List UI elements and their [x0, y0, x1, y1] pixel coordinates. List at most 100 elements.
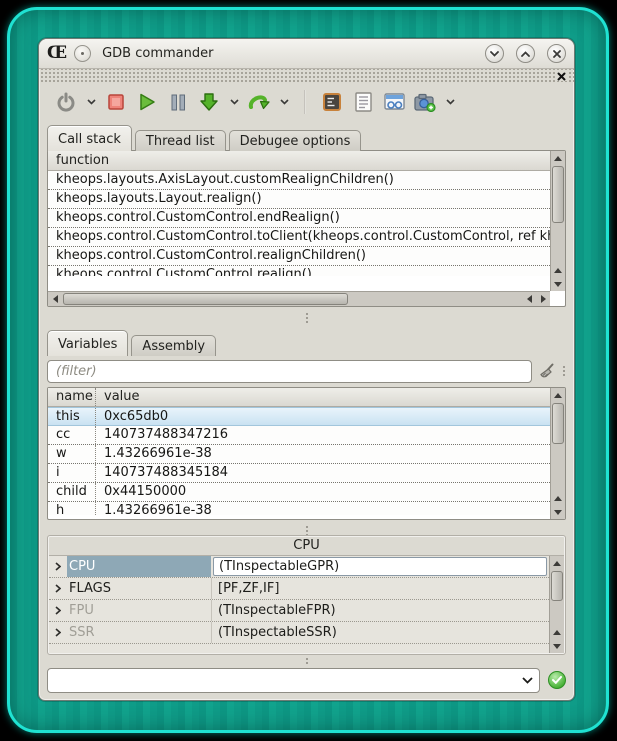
- variable-row[interactable]: this 0xc65db0: [48, 407, 550, 426]
- variables-vertical-scrollbar[interactable]: [550, 388, 565, 519]
- callstack-row[interactable]: kheops.layouts.AxisLayout.customRealignC…: [48, 171, 550, 190]
- scroll-thumb[interactable]: [552, 166, 564, 223]
- window-menu-button[interactable]: [74, 45, 91, 62]
- expand-chevron-icon[interactable]: [49, 562, 67, 571]
- callstack-row[interactable]: kheops.layouts.Layout.realign(): [48, 190, 550, 209]
- scroll-up-button[interactable]: [550, 556, 564, 570]
- scroll-down-button[interactable]: [551, 277, 565, 291]
- scroll-thumb[interactable]: [551, 571, 563, 601]
- maximize-button[interactable]: [516, 44, 535, 63]
- variables-header[interactable]: name value: [48, 388, 550, 407]
- step-over-dropdown-button[interactable]: [277, 89, 291, 115]
- step-into-button[interactable]: [196, 89, 222, 115]
- snapshot-button[interactable]: [412, 89, 438, 115]
- clear-filter-button[interactable]: [538, 362, 556, 380]
- scroll-up-button[interactable]: [551, 491, 565, 505]
- scroll-track[interactable]: [551, 402, 565, 491]
- callstack-row[interactable]: kheops.control.CustomControl.endRealign(…: [48, 209, 550, 228]
- variable-row[interactable]: cc 140737488347216: [48, 426, 550, 445]
- confirm-button[interactable]: [548, 671, 566, 689]
- window-title: GDB commander: [102, 46, 213, 61]
- scroll-left-button[interactable]: [48, 292, 62, 306]
- titlebar[interactable]: Œ GDB commander: [39, 39, 574, 69]
- gdb-commander-window: Œ GDB commander: [38, 38, 575, 701]
- close-icon: [557, 72, 566, 81]
- column-header-value[interactable]: value: [96, 388, 140, 406]
- command-input[interactable]: [48, 673, 515, 688]
- close-button[interactable]: [547, 44, 566, 63]
- scroll-up-button[interactable]: [551, 263, 565, 277]
- scroll-left-button[interactable]: [522, 292, 536, 306]
- register-row[interactable]: CPU (TInspectableGPR): [49, 556, 549, 578]
- run-button[interactable]: [134, 89, 160, 115]
- scroll-up-button[interactable]: [550, 625, 564, 639]
- variable-row[interactable]: i 140737488345184: [48, 464, 550, 483]
- pause-button[interactable]: [165, 89, 191, 115]
- command-combobox[interactable]: [47, 668, 540, 693]
- register-row[interactable]: FPU (TInspectableFPR): [49, 600, 549, 622]
- variable-row[interactable]: h 1.43266961e-38: [48, 502, 550, 515]
- play-icon: [139, 93, 156, 111]
- scroll-track[interactable]: [551, 165, 565, 263]
- register-row[interactable]: FLAGS [PF,ZF,IF]: [49, 578, 549, 600]
- register-value: (TInspectableGPR): [211, 556, 549, 577]
- register-row[interactable]: SSR (TInspectableSSR): [49, 622, 549, 644]
- dock-handle[interactable]: [39, 69, 574, 83]
- combo-dropdown-button[interactable]: [515, 677, 539, 684]
- scroll-thumb[interactable]: [552, 403, 564, 444]
- cpu-vertical-scrollbar[interactable]: [549, 556, 564, 653]
- callstack-row[interactable]: kheops.control.CustomControl.toClient(kh…: [48, 228, 550, 247]
- scroll-track[interactable]: [62, 292, 522, 306]
- power-button[interactable]: [53, 89, 79, 115]
- splitter-handle[interactable]: [305, 311, 309, 325]
- expand-chevron-icon[interactable]: [49, 628, 67, 637]
- filter-input[interactable]: [47, 360, 532, 383]
- scroll-thumb[interactable]: [63, 293, 348, 305]
- variable-row[interactable]: child 0x44150000: [48, 483, 550, 502]
- snapshot-dropdown-button[interactable]: [443, 89, 457, 115]
- variable-value: 1.43266961e-38: [96, 445, 212, 463]
- scroll-up-button[interactable]: [551, 388, 565, 402]
- tab[interactable]: Variables: [47, 330, 128, 356]
- column-header-name[interactable]: name: [48, 388, 96, 406]
- splitter-handle[interactable]: [305, 656, 309, 666]
- dock-close-button[interactable]: [555, 72, 568, 81]
- cpu-groupbox: CPU CPU (TInspectableGPR): [47, 535, 566, 655]
- splitter-handle[interactable]: [562, 364, 566, 378]
- scroll-track[interactable]: [550, 570, 564, 625]
- callstack-row[interactable]: kheops.control.CustomControl.realignChil…: [48, 247, 550, 266]
- stop-button[interactable]: [103, 89, 129, 115]
- variable-row[interactable]: w 1.43266961e-38: [48, 445, 550, 464]
- scroll-up-button[interactable]: [551, 151, 565, 165]
- step-into-dropdown-button[interactable]: [227, 89, 241, 115]
- power-icon: [56, 92, 76, 112]
- callstack-vertical-scrollbar[interactable]: [550, 151, 565, 291]
- callstack-tabbar: Call stackThread listDebugee options: [47, 125, 364, 151]
- expand-chevron-icon[interactable]: [49, 584, 67, 593]
- desktop: { "colors": { "frame_teal": "#0f9c88", "…: [0, 0, 617, 741]
- tab[interactable]: Thread list: [135, 130, 226, 151]
- expand-chevron-icon[interactable]: [49, 606, 67, 615]
- step-over-button[interactable]: [246, 89, 272, 115]
- app-frame: Œ GDB commander: [7, 7, 609, 733]
- callstack-row[interactable]: kheops.control.CustomControl.realign(): [48, 266, 550, 276]
- scroll-right-button[interactable]: [536, 292, 550, 306]
- register-value: (TInspectableFPR): [211, 600, 549, 621]
- register-name: FLAGS: [67, 578, 211, 599]
- watch-view-button[interactable]: [381, 89, 407, 115]
- callstack-panel: function kheops.layouts.AxisLayout.custo…: [47, 150, 566, 307]
- variables-tabbar: VariablesAssembly: [47, 330, 219, 356]
- scroll-down-button[interactable]: [550, 639, 564, 653]
- power-dropdown-button[interactable]: [84, 89, 98, 115]
- callstack-horizontal-scrollbar[interactable]: [48, 291, 550, 306]
- tab[interactable]: Debugee options: [229, 130, 362, 151]
- tab[interactable]: Call stack: [47, 125, 132, 151]
- cpu-view-button[interactable]: [319, 89, 345, 115]
- shade-button[interactable]: [485, 44, 504, 63]
- tab[interactable]: Assembly: [131, 335, 216, 356]
- variable-value: 140737488345184: [96, 464, 228, 482]
- callstack-column-header[interactable]: function: [48, 151, 550, 171]
- variables-list: this 0xc65db0 cc 140737488347216 w 1.432…: [48, 407, 550, 519]
- log-view-button[interactable]: [350, 89, 376, 115]
- scroll-down-button[interactable]: [551, 505, 565, 519]
